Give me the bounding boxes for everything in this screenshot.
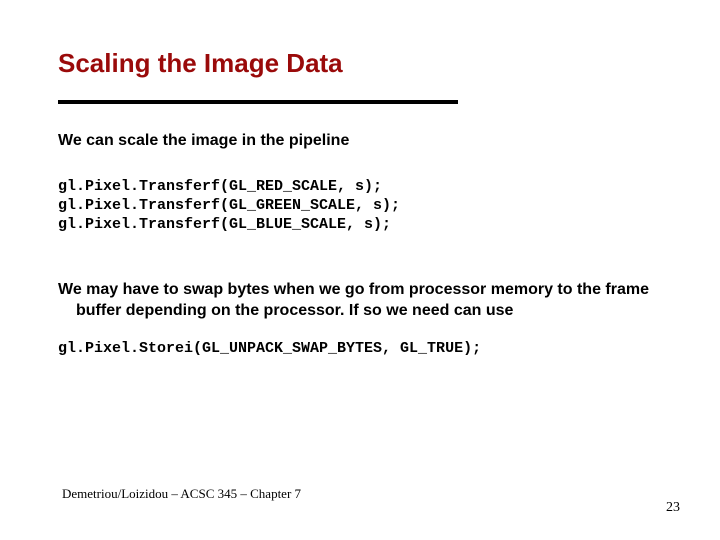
slide-title: Scaling the Image Data [58,48,343,79]
code-block-swap: gl.Pixel.Storei(GL_UNPACK_SWAP_BYTES, GL… [58,340,481,357]
footer-attribution: Demetriou/Loizidou – ACSC 345 – Chapter … [62,486,301,502]
page-number: 23 [666,500,680,516]
title-underline [58,100,458,104]
slide: Scaling the Image Data We can scale the … [0,0,720,540]
swap-bytes-text: We may have to swap bytes when we go fro… [58,280,658,322]
code-block-scale: gl.Pixel.Transferf(GL_RED_SCALE, s); gl.… [58,178,400,234]
intro-text: We can scale the image in the pipeline [58,132,349,150]
